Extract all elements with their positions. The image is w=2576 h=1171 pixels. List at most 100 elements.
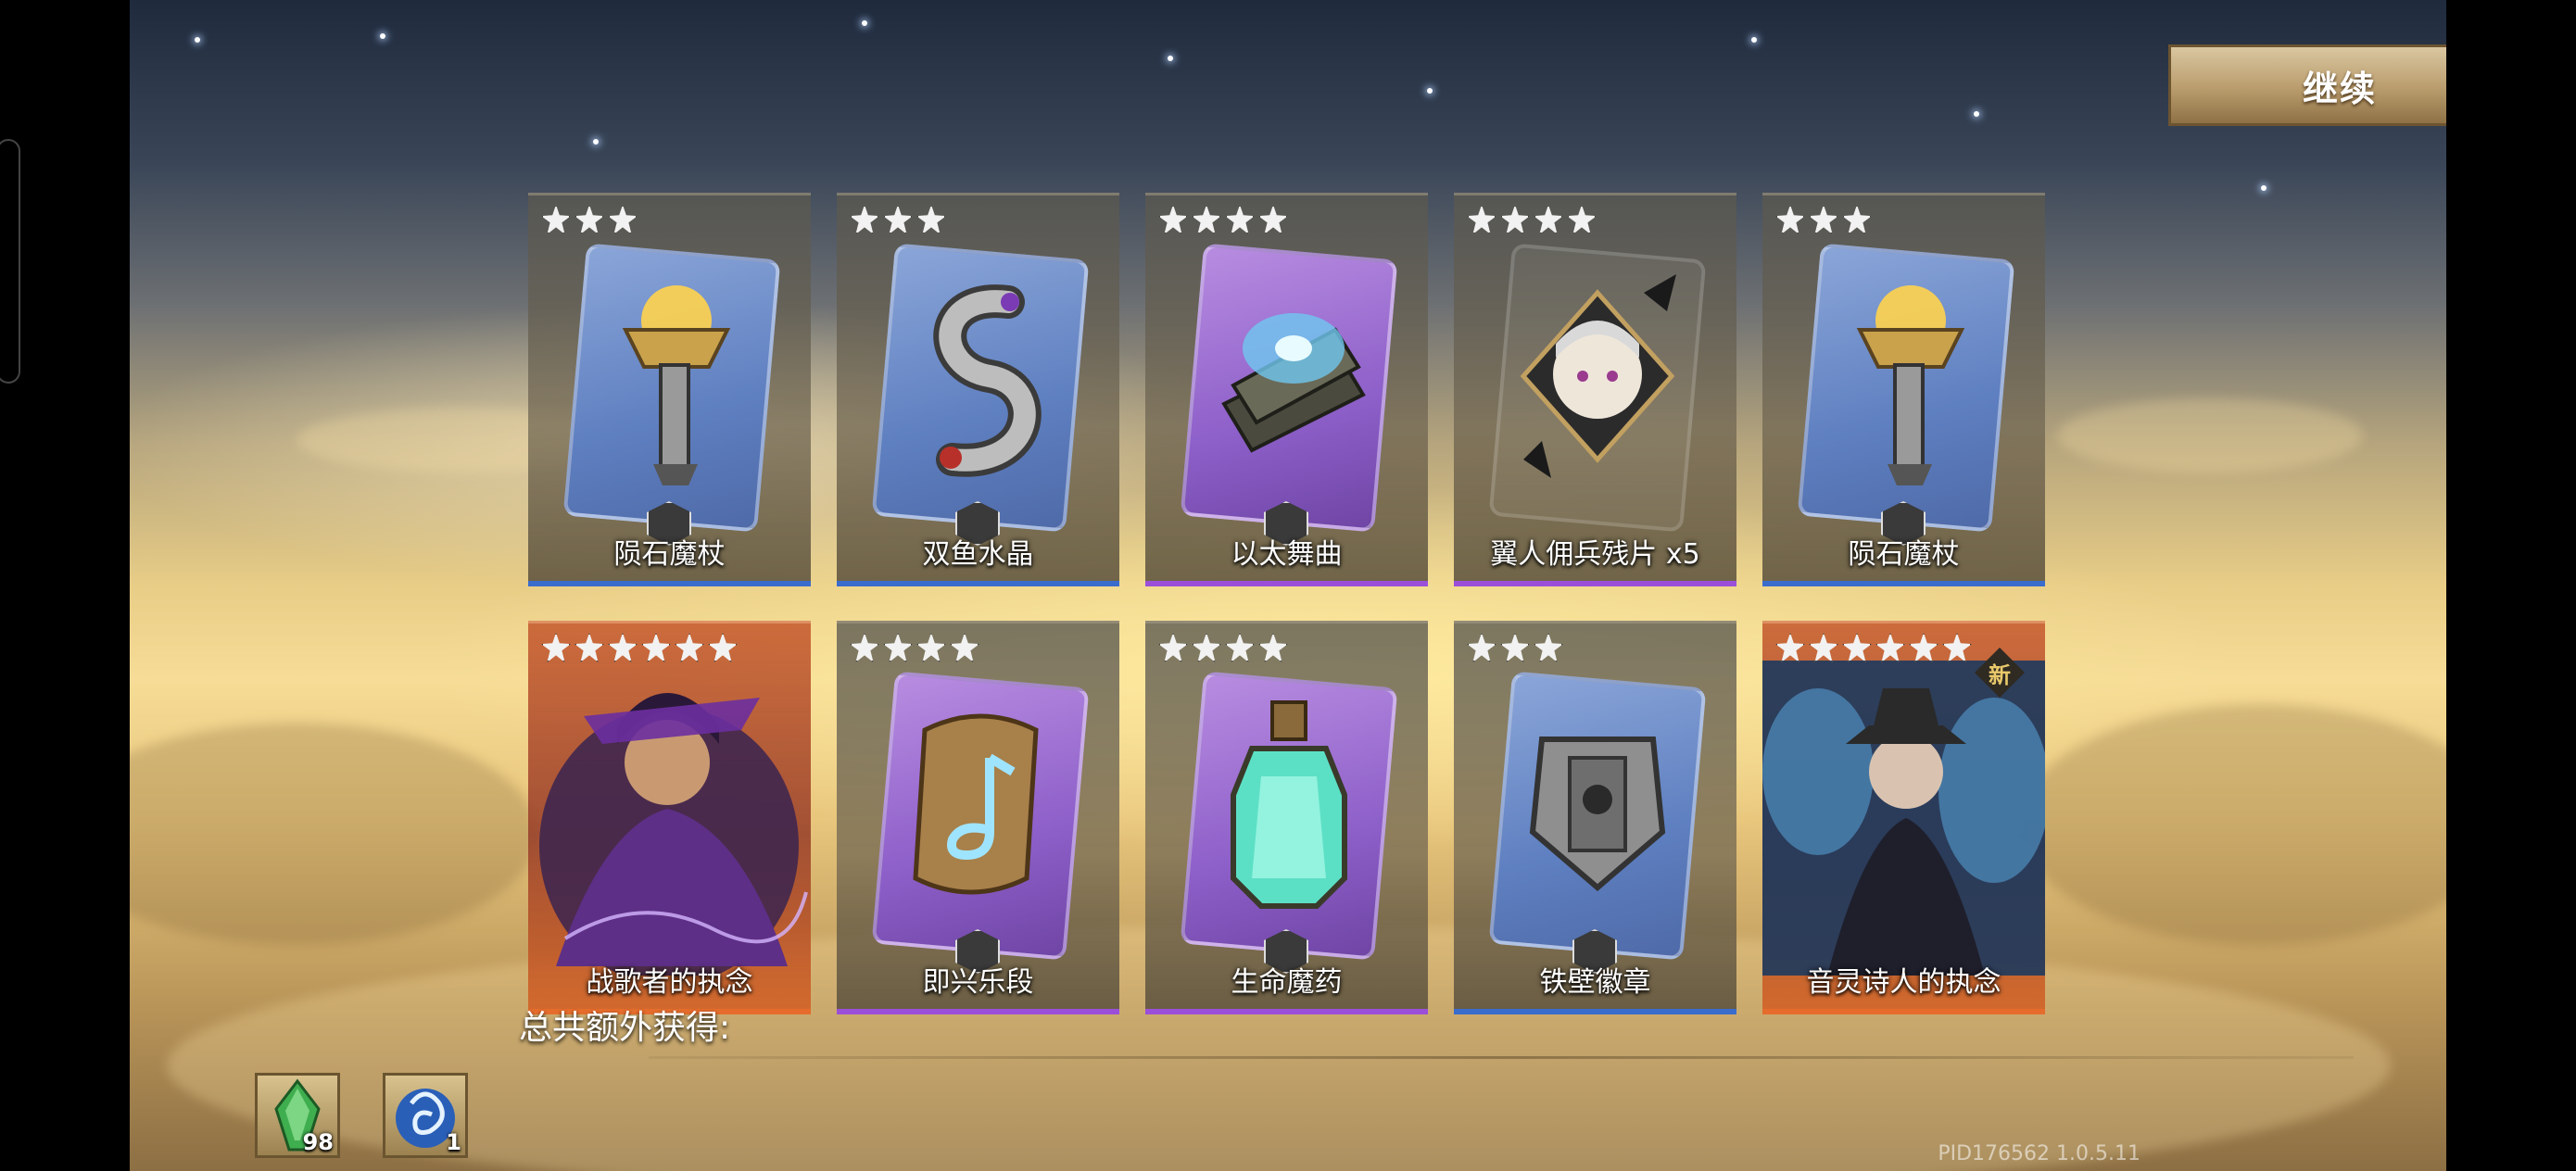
card-label: 生命魔药 [1231,966,1343,999]
star-icon [608,205,638,234]
reward-card[interactable]: 战歌者的执念 [528,621,811,1014]
star-rating [850,205,946,234]
winged-mercenary-shard-icon [1509,260,1686,492]
reward-item[interactable]: 98 [255,1073,340,1158]
cloud [2020,704,2446,945]
reward-card[interactable]: 铁壁徽章 [1454,621,1736,1014]
star-icon [1258,633,1288,662]
reward-quantity: 98 [302,1129,334,1155]
edge-handle [0,139,20,384]
card-label: 铁壁徽章 [1539,966,1651,999]
star-icon [675,633,704,662]
star-icon [850,205,879,234]
reward-card[interactable]: 陨石魔杖 [528,193,811,586]
star-icon [1258,205,1288,234]
improv-scroll-icon [892,688,1068,920]
star-icon [1192,633,1221,662]
ether-dance-book-icon [1201,260,1377,492]
star-icon [1534,633,1563,662]
star-icon [850,633,879,662]
sky-star [593,139,599,145]
sound-spirit-poet-portrait [1762,661,2050,976]
star-icon [1467,205,1496,234]
meteor-staff-icon [584,260,760,492]
star-rating [1158,633,1288,662]
star-rating [850,633,979,662]
card-label: 战歌者的执念 [586,966,753,999]
player-id-version: PID176562 1.0.5.11 [1938,1142,2140,1165]
new-badge-label: 新 [1989,661,2011,688]
star-rating [1158,205,1288,234]
star-icon [1842,205,1872,234]
sky-star [2261,185,2267,191]
star-icon [916,633,946,662]
sky-star [380,33,385,39]
star-icon [1225,205,1255,234]
star-icon [1809,633,1838,662]
sky-star [1751,37,1757,43]
sky-star [195,37,200,43]
star-icon [1534,205,1563,234]
star-icon [1567,205,1597,234]
star-icon [1225,633,1255,662]
star-icon [1875,633,1905,662]
sky-star [862,20,867,26]
reward-card[interactable]: 即兴乐段 [837,621,1119,1014]
life-potion-icon [1201,688,1377,920]
sky-star [1427,88,1433,94]
twin-fish-crystal-icon [892,260,1068,492]
star-icon [1775,205,1805,234]
star-icon [541,205,571,234]
star-icon [883,633,913,662]
reward-scene: 继续 陨石魔杖 双鱼水晶 以太舞曲 翼人佣兵残片 x5 陨石魔杖 战歌者的执念 … [130,0,2446,1171]
star-icon [1158,205,1188,234]
star-rating [1775,633,1972,662]
total-extra-label: 总共额外获得: [519,1009,731,1047]
star-icon [1500,205,1530,234]
star-icon [1909,633,1938,662]
card-label: 翼人佣兵残片 x5 [1490,538,1700,571]
star-icon [883,205,913,234]
star-icon [1192,205,1221,234]
star-rating [1775,205,1872,234]
card-label: 音灵诗人的执念 [1806,966,2001,999]
star-icon [1809,205,1838,234]
star-icon [1467,633,1496,662]
reward-card[interactable]: 新 音灵诗人的执念 [1762,621,2050,1014]
star-icon [541,633,571,662]
sky-star [1974,111,1979,117]
star-icon [950,633,979,662]
star-icon [916,205,946,234]
cloud [2057,398,2363,472]
reward-item[interactable]: 1 [383,1073,468,1158]
reward-quantity: 1 [446,1129,461,1155]
sky-star [1168,56,1173,61]
iron-wall-badge-icon [1509,688,1686,920]
star-icon [575,205,604,234]
reward-card[interactable]: 生命魔药 [1145,621,1428,1014]
star-icon [708,633,738,662]
star-icon [1158,633,1188,662]
warsinger-hero-portrait [528,661,811,985]
card-label: 双鱼水晶 [922,538,1034,571]
continue-button-label: 继续 [2302,68,2377,109]
star-icon [641,633,671,662]
reward-card[interactable]: 双鱼水晶 [837,193,1119,586]
star-rating [541,633,738,662]
reward-card[interactable]: 翼人佣兵残片 x5 [1454,193,1736,586]
star-rating [1467,633,1563,662]
star-icon [1500,633,1530,662]
star-rating [1467,205,1597,234]
divider [649,1056,2354,1059]
continue-button[interactable]: 继续 [2168,44,2446,126]
reward-card[interactable]: 以太舞曲 [1145,193,1428,586]
star-icon [575,633,604,662]
cloud [130,723,537,945]
star-icon [1775,633,1805,662]
card-label: 陨石魔杖 [613,538,726,571]
reward-card[interactable]: 陨石魔杖 [1762,193,2045,586]
card-label: 以太舞曲 [1231,538,1343,571]
meteor-staff-icon [1818,260,1994,492]
card-label: 陨石魔杖 [1848,538,1960,571]
star-icon [608,633,638,662]
